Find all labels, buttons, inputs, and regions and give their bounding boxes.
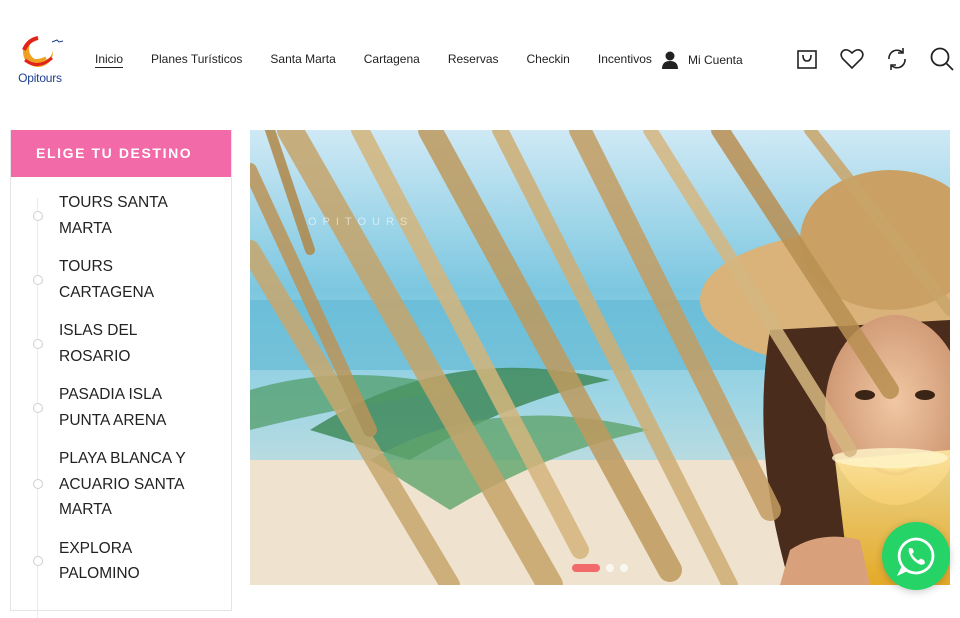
destination-item-islas-del-rosario[interactable]: ISLAS DEL ROSARIO [11, 318, 231, 369]
whatsapp-icon [896, 537, 935, 576]
destination-label: ISLAS DEL ROSARIO [59, 322, 137, 365]
slider-dot-1[interactable] [572, 564, 600, 572]
nav-item-cartagena[interactable]: Cartagena [364, 50, 420, 70]
account-link[interactable]: Mi Cuenta [660, 50, 743, 70]
heart-icon [840, 48, 864, 70]
logo-mark-icon [22, 36, 64, 67]
nav-item-reservas[interactable]: Reservas [448, 50, 499, 70]
compare-button[interactable] [884, 46, 910, 72]
whatsapp-button[interactable] [882, 522, 950, 590]
hero-watermark: OPITOURS [308, 216, 414, 228]
header-icons [794, 46, 955, 72]
nav-item-checkin[interactable]: Checkin [527, 50, 570, 70]
bullet-icon [33, 274, 43, 285]
slider-dot-2[interactable] [606, 564, 614, 572]
slider-dot-3[interactable] [620, 564, 628, 572]
destination-item-tours-santa-marta[interactable]: TOURS SANTA MARTA [11, 190, 231, 241]
cart-icon [797, 50, 817, 69]
nav-item-incentivos[interactable]: Incentivos [598, 50, 652, 70]
hero-slider[interactable]: OPITOURS [250, 130, 950, 585]
destination-label: PASADIA ISLA PUNTA ARENA [59, 386, 167, 429]
wishlist-button[interactable] [839, 46, 865, 72]
nav-item-inicio[interactable]: Inicio [95, 50, 123, 70]
bullet-icon [33, 338, 43, 349]
main-nav: Inicio Planes Turísticos Santa Marta Car… [95, 50, 680, 70]
destination-item-explora-palomino[interactable]: EXPLORA PALOMINO [11, 536, 231, 587]
destination-list: TOURS SANTA MARTA TOURS CARTAGENA ISLAS … [11, 190, 231, 600]
destination-label: TOURS SANTA MARTA [59, 194, 167, 237]
destination-sidebar: ELIGE TU DESTINO TOURS SANTA MARTA TOURS… [10, 130, 232, 618]
destination-label: EXPLORA PALOMINO [59, 539, 140, 583]
nav-item-santa-marta[interactable]: Santa Marta [270, 50, 335, 70]
nav-item-planes-turisticos[interactable]: Planes Turísticos [151, 50, 242, 70]
search-icon [930, 47, 954, 71]
logo[interactable]: Opitours [12, 34, 68, 88]
account-label: Mi Cuenta [688, 53, 743, 67]
destination-item-pasadia-isla-punta-arena[interactable]: PASADIA ISLA PUNTA ARENA [11, 382, 231, 433]
destination-item-playa-blanca-acuario[interactable]: PLAYA BLANCA Y ACUARIO SANTA MARTA [11, 446, 231, 523]
bullet-icon [33, 210, 43, 221]
destination-label: PLAYA BLANCA Y ACUARIO SANTA MARTA [59, 450, 186, 518]
bullet-icon [33, 479, 43, 490]
destination-label: TOURS CARTAGENA [59, 258, 155, 301]
bullet-icon [33, 402, 43, 413]
sidebar-title: ELIGE TU DESTINO [11, 130, 231, 177]
logo-text: Opitours [18, 71, 62, 85]
destination-item-tours-cartagena[interactable]: TOURS CARTAGENA [11, 254, 231, 305]
user-icon [662, 51, 678, 69]
search-button[interactable] [929, 46, 955, 72]
compare-icon [888, 48, 906, 70]
slider-pagination [572, 564, 628, 572]
cart-button[interactable] [794, 46, 820, 72]
hero-image [250, 130, 950, 585]
site-header: Opitours Inicio Planes Turísticos Santa … [0, 0, 960, 120]
bullet-icon [33, 556, 43, 566]
